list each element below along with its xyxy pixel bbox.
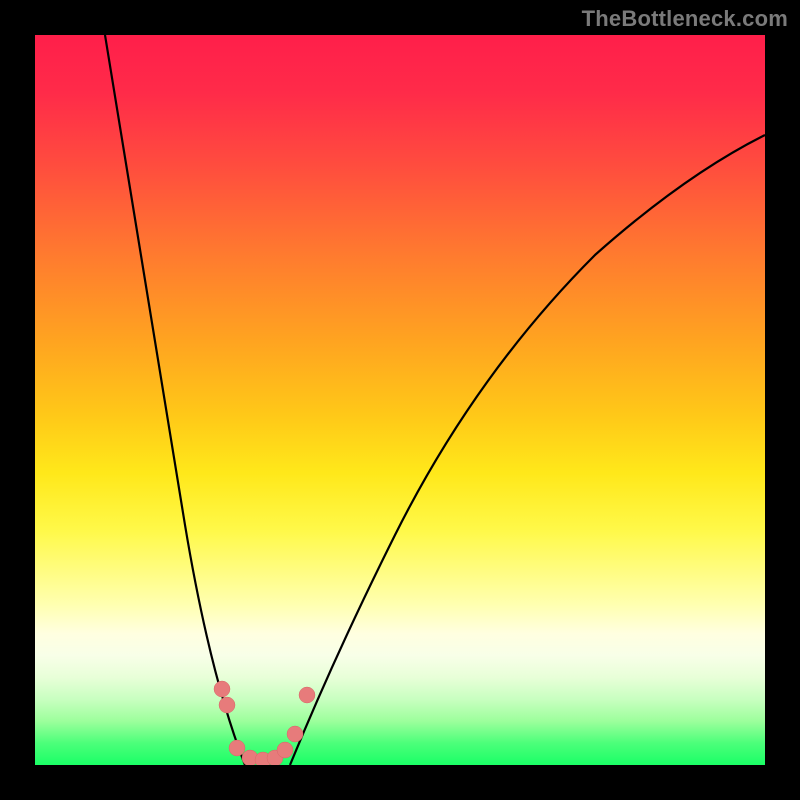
- curve-right: [290, 135, 765, 765]
- chart-container: TheBottleneck.com: [0, 0, 800, 800]
- watermark-text: TheBottleneck.com: [582, 6, 788, 32]
- marker-dot: [299, 687, 315, 703]
- marker-dot: [214, 681, 230, 697]
- curve-svg: [35, 35, 765, 765]
- marker-dot: [277, 742, 293, 758]
- plot-area: [35, 35, 765, 765]
- marker-dot: [219, 697, 235, 713]
- marker-dot: [287, 726, 303, 742]
- marker-dot: [229, 740, 245, 756]
- curve-left: [105, 35, 245, 765]
